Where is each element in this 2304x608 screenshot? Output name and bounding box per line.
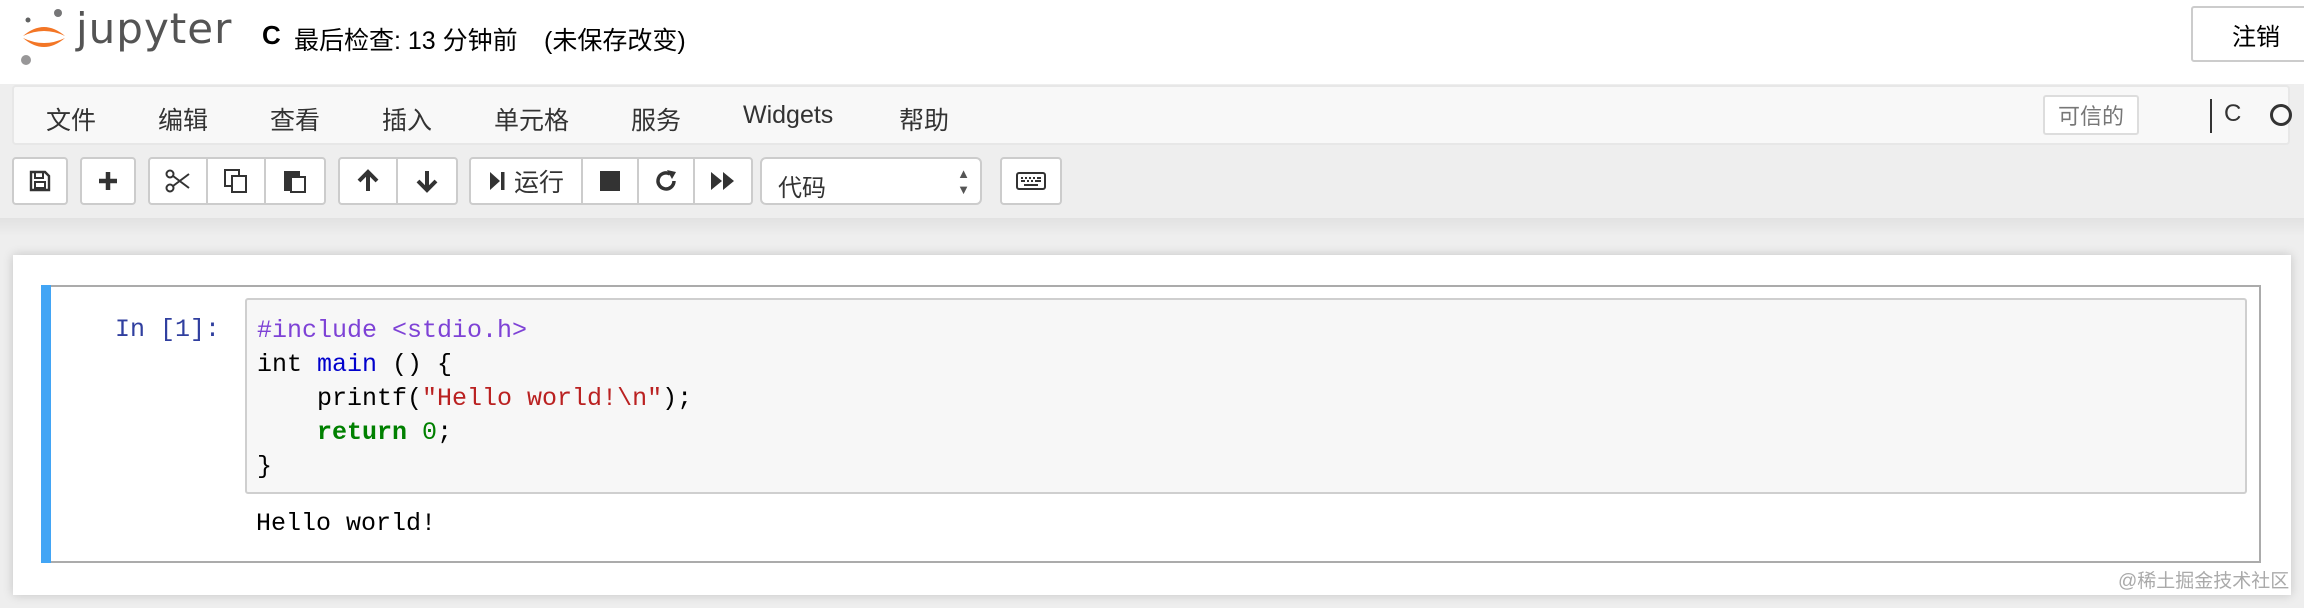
code-line-3-end: ); <box>662 384 693 413</box>
insert-cell-button[interactable] <box>80 157 136 205</box>
plus-icon <box>99 172 117 190</box>
menu-help[interactable]: 帮助 <box>899 101 949 137</box>
code-printf: printf( <box>257 384 423 413</box>
select-arrows-icon: ▲ ▼ <box>957 166 970 197</box>
arrow-down-icon <box>416 171 438 193</box>
autosave-status: (未保存改变) <box>544 27 686 55</box>
move-up-button[interactable] <box>338 157 398 205</box>
cell-output: Hello world! <box>256 509 437 538</box>
watermark: @稀土掘金技术社区 <box>2118 571 2290 592</box>
header-shadow <box>0 218 2304 236</box>
code-text: #include <stdio.h> int main () { printf(… <box>257 314 692 484</box>
paste-icon <box>284 171 306 193</box>
trusted-badge[interactable]: 可信的 <box>2043 95 2139 135</box>
paste-button[interactable] <box>264 157 326 205</box>
move-down-button[interactable] <box>396 157 458 205</box>
menubar: 文件 编辑 查看 插入 单元格 服务 Widgets 帮助 可信的 C <box>12 85 2292 145</box>
code-cell[interactable]: In [1]: #include <stdio.h> int main () {… <box>41 285 2261 563</box>
code-editor[interactable]: #include <stdio.h> int main () { printf(… <box>245 298 2247 494</box>
save-button[interactable] <box>12 157 68 205</box>
kernel-separator <box>2210 99 2212 133</box>
copy-button[interactable] <box>206 157 266 205</box>
kernel-name: C <box>2224 100 2242 127</box>
notebook-name[interactable]: C <box>262 20 281 51</box>
restart-run-all-button[interactable] <box>693 157 753 205</box>
code-line-5: } <box>257 452 273 481</box>
run-icon <box>489 172 505 190</box>
cell-selected-bar <box>41 285 51 563</box>
code-line-4-end: ; <box>437 418 453 447</box>
notebook-container: In [1]: #include <stdio.h> int main () {… <box>13 255 2291 595</box>
checkpoint-status: 最后检查: 13 分钟前 <box>294 27 518 55</box>
run-label: 运行 <box>513 169 564 197</box>
code-return: return <box>317 418 408 447</box>
menu-view[interactable]: 查看 <box>270 101 320 137</box>
interrupt-button[interactable] <box>581 157 639 205</box>
command-palette-button[interactable] <box>1000 157 1062 205</box>
keyboard-icon <box>1016 172 1046 190</box>
save-icon <box>29 170 51 192</box>
menu-file[interactable]: 文件 <box>46 101 96 137</box>
cut-button[interactable] <box>148 157 208 205</box>
menu-kernel[interactable]: 服务 <box>631 101 681 137</box>
menu-edit[interactable]: 编辑 <box>158 101 208 137</box>
copy-icon <box>224 169 247 193</box>
menu-cell[interactable]: 单元格 <box>494 101 569 137</box>
jupyter-logo-text[interactable]: jupyter <box>76 4 232 53</box>
code-number: 0 <box>422 418 438 447</box>
input-prompt: In [1]: <box>115 315 221 344</box>
arrow-up-icon <box>357 169 379 191</box>
menu-insert[interactable]: 插入 <box>382 101 432 137</box>
run-button[interactable]: 运行 <box>469 157 583 205</box>
cut-icon <box>165 169 190 193</box>
toolbar: 运行 代码 ▲ ▼ <box>0 155 2304 207</box>
cell-type-value: 代码 <box>778 175 826 202</box>
code-string: "Hello world!\n" <box>422 384 663 413</box>
kernel-idle-indicator-icon <box>2270 104 2292 126</box>
cell-type-select[interactable]: 代码 ▲ ▼ <box>760 157 982 205</box>
stop-icon <box>600 171 620 191</box>
code-line-2-rest: () { <box>377 350 453 379</box>
header: jupyter C 最后检查: 13 分钟前 (未保存改变) 注销 <box>0 0 2304 84</box>
menu-widgets[interactable]: Widgets <box>743 101 833 130</box>
code-line-1: #include <stdio.h> <box>257 316 528 345</box>
restart-button[interactable] <box>637 157 695 205</box>
jupyter-logo-icon[interactable] <box>20 8 68 66</box>
fast-forward-icon <box>711 172 734 190</box>
code-type: int <box>257 350 303 379</box>
logout-button[interactable]: 注销 <box>2191 6 2304 62</box>
code-fn-main: main <box>317 350 378 379</box>
restart-icon <box>656 170 676 191</box>
